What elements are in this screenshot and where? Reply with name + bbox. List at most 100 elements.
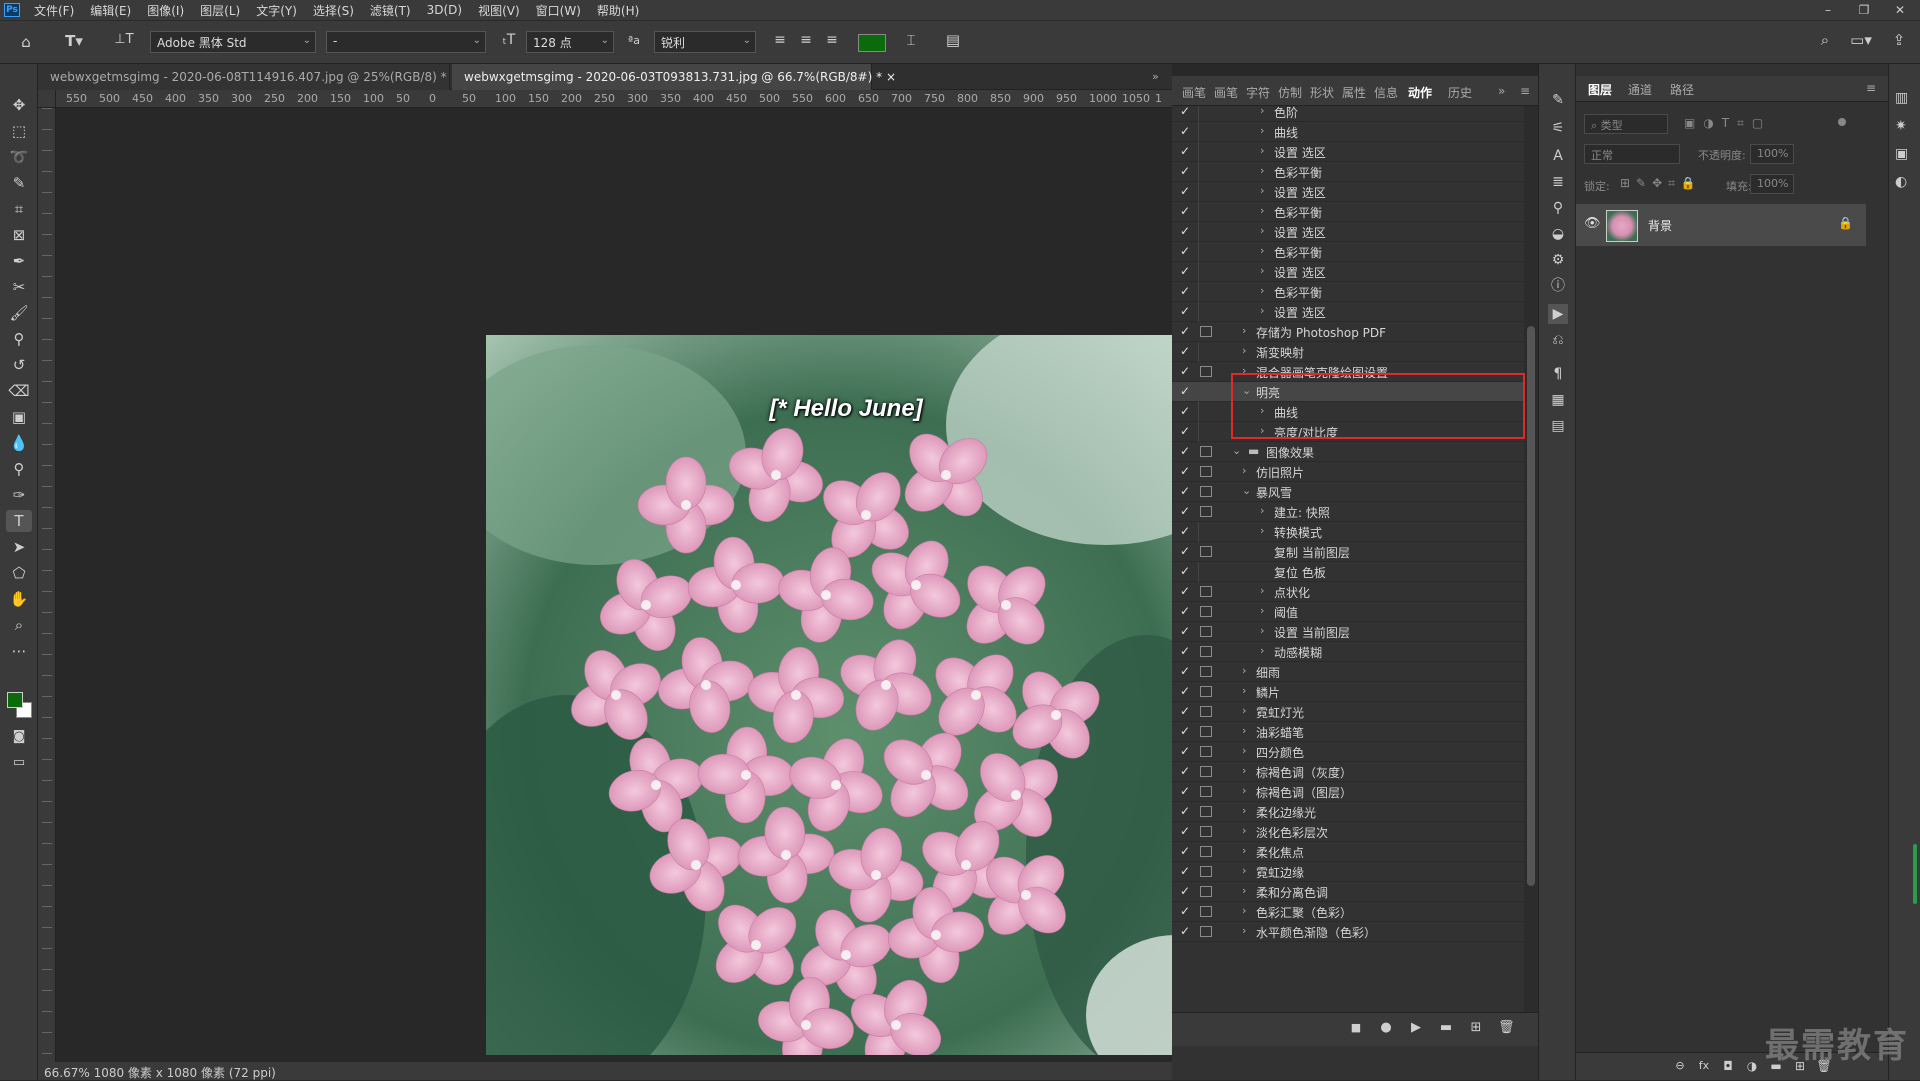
- quick-mask-icon[interactable]: ◙: [6, 726, 32, 748]
- menu-type[interactable]: 文字(Y): [248, 2, 305, 19]
- type-tool-icon[interactable]: T: [6, 510, 32, 532]
- action-row[interactable]: ✓ › 棕褐色调（灰度）: [1172, 762, 1524, 782]
- chevron-right-icon[interactable]: ›: [1242, 684, 1246, 697]
- blend-mode-select[interactable]: 正常: [1584, 144, 1680, 164]
- dialog-toggle-empty[interactable]: [1198, 222, 1199, 242]
- learn-icon[interactable]: ▥: [1895, 90, 1908, 106]
- chevron-right-icon[interactable]: ›: [1242, 924, 1246, 937]
- clone-stamp-tool-icon[interactable]: ⚲: [6, 328, 32, 350]
- dodge-tool-icon[interactable]: ⚲: [6, 458, 32, 480]
- dialog-toggle-box[interactable]: [1200, 606, 1212, 617]
- check-icon[interactable]: ✓: [1180, 764, 1190, 778]
- hand-tool-icon[interactable]: ✋: [6, 588, 32, 610]
- action-row[interactable]: ✓ 复位 色板: [1172, 562, 1524, 582]
- menu-3d[interactable]: 3D(D): [419, 3, 470, 17]
- history-icon[interactable]: ⎌: [1548, 330, 1568, 350]
- dialog-toggle-box[interactable]: [1200, 886, 1212, 897]
- action-row[interactable]: ✓ › 建立: 快照: [1172, 502, 1524, 522]
- dialog-toggle-empty[interactable]: [1198, 122, 1199, 142]
- dialog-toggle-empty[interactable]: [1198, 202, 1199, 222]
- check-icon[interactable]: ✓: [1180, 144, 1190, 158]
- document-tab-1[interactable]: webwxgetmsgimg - 2020-06-08T114916.407.j…: [38, 64, 461, 90]
- chevron-right-icon[interactable]: ›: [1260, 106, 1264, 117]
- dialog-toggle-box[interactable]: [1200, 706, 1212, 717]
- chevron-right-icon[interactable]: ›: [1260, 164, 1264, 177]
- dialog-toggle-box[interactable]: [1200, 806, 1212, 817]
- chevron-right-icon[interactable]: ›: [1242, 324, 1246, 337]
- text-orientation-icon[interactable]: ⊥T: [114, 32, 134, 47]
- blur-tool-icon[interactable]: 💧: [6, 432, 32, 454]
- check-icon[interactable]: ✓: [1180, 364, 1190, 378]
- chevron-right-icon[interactable]: ›: [1242, 744, 1246, 757]
- chevron-right-icon[interactable]: ›: [1242, 464, 1246, 477]
- text-color-swatch[interactable]: [858, 34, 886, 52]
- check-icon[interactable]: ✓: [1180, 644, 1190, 658]
- warp-text-icon[interactable]: ⌶: [900, 31, 922, 49]
- chevron-right-icon[interactable]: ›: [1242, 884, 1246, 897]
- check-icon[interactable]: ✓: [1180, 184, 1190, 198]
- chevron-right-icon[interactable]: ›: [1242, 724, 1246, 737]
- new-action-icon[interactable]: ⊞: [1468, 1020, 1484, 1035]
- ruler-origin[interactable]: [38, 90, 56, 108]
- chevron-right-icon[interactable]: ›: [1260, 304, 1264, 317]
- close-tab-icon[interactable]: ×: [886, 70, 896, 84]
- scrollbar-thumb[interactable]: [1527, 326, 1535, 886]
- shape-tool-icon[interactable]: ⬠: [6, 562, 32, 584]
- chevron-right-icon[interactable]: ›: [1260, 204, 1264, 217]
- chevron-right-icon[interactable]: ›: [1260, 584, 1264, 597]
- new-set-folder-icon[interactable]: ▬: [1438, 1020, 1454, 1035]
- chevron-down-icon[interactable]: ⌄: [1242, 484, 1251, 497]
- dialog-toggle-empty[interactable]: [1198, 302, 1199, 322]
- chevron-right-icon[interactable]: ›: [1260, 244, 1264, 257]
- chevron-right-icon[interactable]: ›: [1260, 284, 1264, 297]
- action-row[interactable]: ✓ › 曲线: [1172, 122, 1524, 142]
- chevron-right-icon[interactable]: ›: [1260, 604, 1264, 617]
- dialog-toggle-empty[interactable]: [1198, 142, 1199, 162]
- action-row[interactable]: ✓ › 色彩汇聚（色彩）: [1172, 902, 1524, 922]
- eyedropper-tool-icon[interactable]: ✒: [6, 250, 32, 272]
- action-row[interactable]: ✓ ⌄ 暴风雪: [1172, 482, 1524, 502]
- libraries-icon[interactable]: ▦: [1548, 390, 1568, 410]
- check-icon[interactable]: ✓: [1180, 784, 1190, 798]
- adjustments-icon[interactable]: ⚟: [1548, 118, 1568, 138]
- visibility-eye-icon[interactable]: 👁: [1584, 216, 1601, 231]
- adjustment-layer-icon[interactable]: ◑: [1744, 1059, 1760, 1073]
- dialog-toggle-empty[interactable]: [1198, 522, 1199, 542]
- frame-tool-icon[interactable]: ⊠: [6, 224, 32, 246]
- dialog-toggle-box[interactable]: [1200, 786, 1212, 797]
- marquee-tool-icon[interactable]: ⬚: [6, 120, 32, 142]
- tab-brush-settings[interactable]: 画笔: [1214, 84, 1238, 101]
- chevron-right-icon[interactable]: ›: [1242, 664, 1246, 677]
- dialog-toggle-box[interactable]: [1200, 546, 1212, 557]
- check-icon[interactable]: ✓: [1180, 924, 1190, 938]
- action-row[interactable]: ✓ › 渐变映射: [1172, 342, 1524, 362]
- type-tool-preset-icon[interactable]: T▾: [60, 32, 88, 50]
- dialog-toggle-empty[interactable]: [1198, 182, 1199, 202]
- paragraph-styles-icon[interactable]: ≣: [1548, 172, 1568, 192]
- zoom-tool-icon[interactable]: ⌕: [6, 614, 32, 636]
- pen-tool-icon[interactable]: ✑: [6, 484, 32, 506]
- paragraph-icon[interactable]: ¶: [1548, 364, 1568, 384]
- layer-filter-select[interactable]: ⌕ 类型: [1584, 114, 1668, 134]
- dialog-toggle-empty[interactable]: [1198, 162, 1199, 182]
- action-row[interactable]: ✓ › 棕褐色调（图层）: [1172, 782, 1524, 802]
- check-icon[interactable]: ✓: [1180, 224, 1190, 238]
- action-row[interactable]: ✓ › 仿旧照片: [1172, 462, 1524, 482]
- tab-history[interactable]: 历史: [1448, 84, 1472, 101]
- dialog-toggle-box[interactable]: [1200, 746, 1212, 757]
- action-row[interactable]: ✓ › 转换模式: [1172, 522, 1524, 542]
- action-row[interactable]: ✓ › 阈值: [1172, 602, 1524, 622]
- path-select-tool-icon[interactable]: ➤: [6, 536, 32, 558]
- dialog-toggle-empty[interactable]: [1198, 342, 1199, 362]
- eraser-tool-icon[interactable]: ⌫: [6, 380, 32, 402]
- lock-icons[interactable]: ⊞✎✥⌗🔒: [1620, 176, 1702, 191]
- character-panel-icon[interactable]: ▤: [942, 31, 964, 49]
- more-tabs-icon[interactable]: »: [1498, 84, 1505, 98]
- opacity-field[interactable]: 100%: [1750, 144, 1794, 164]
- notes-icon[interactable]: ▤: [1548, 416, 1568, 436]
- menu-filter[interactable]: 滤镜(T): [362, 2, 419, 19]
- check-icon[interactable]: ✓: [1180, 164, 1190, 178]
- chevron-right-icon[interactable]: ›: [1260, 264, 1264, 277]
- foreground-color-swatch[interactable]: [7, 692, 23, 708]
- dialog-toggle-empty[interactable]: [1198, 282, 1199, 302]
